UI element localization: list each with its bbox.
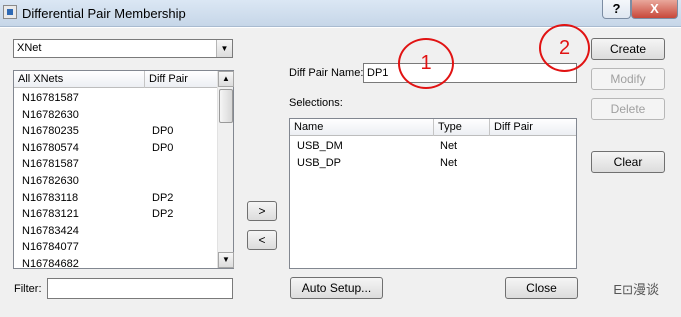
- scroll-thumb[interactable]: [219, 89, 233, 123]
- filter-input[interactable]: [47, 278, 233, 299]
- xnet-row[interactable]: N16784682: [14, 256, 217, 268]
- callout-1: 1: [398, 38, 454, 89]
- column-header-diff-pair[interactable]: Diff Pair: [490, 119, 576, 136]
- selections-header: Name Type Diff Pair: [290, 119, 576, 136]
- selection-type: Net: [440, 140, 458, 152]
- diff-pair-name-label: Diff Pair Name:: [289, 67, 364, 79]
- xnet-row[interactable]: N16784077: [14, 239, 217, 256]
- remove-from-selection-button[interactable]: <: [247, 230, 277, 250]
- xnet-row[interactable]: N16781587: [14, 90, 217, 107]
- xnet-list-header: All XNets Diff Pair: [14, 71, 217, 88]
- xnet-name: N16781587: [22, 92, 79, 104]
- xnet-name: N16780235: [22, 125, 79, 138]
- scroll-down-icon[interactable]: ▼: [218, 252, 234, 268]
- xnet-name: N16783121: [22, 208, 79, 221]
- xnet-row[interactable]: N16782630: [14, 173, 217, 190]
- xnet-name: N16782630: [22, 174, 79, 187]
- xnet-diff-pair: DP2: [152, 208, 174, 221]
- selection-rows: USB_DM Net USB_DP Net: [290, 138, 576, 268]
- selections-list[interactable]: Name Type Diff Pair USB_DM Net USB_DP Net: [289, 118, 577, 269]
- window-close-button[interactable]: X: [631, 0, 678, 19]
- xnet-diff-pair: DP2: [152, 191, 174, 204]
- watermark: E⊡漫谈: [613, 282, 659, 297]
- xnet-name: N16783118: [22, 191, 79, 204]
- scroll-up-icon[interactable]: ▲: [218, 71, 234, 87]
- xnet-diff-pair: DP0: [152, 125, 174, 138]
- xnet-name: N16784682: [22, 257, 79, 268]
- net-type-select[interactable]: XNet: [13, 39, 233, 58]
- column-header-diff-pair[interactable]: Diff Pair: [145, 71, 217, 88]
- xnet-row[interactable]: N16780574 DP0: [14, 140, 217, 157]
- chevron-down-icon[interactable]: ▼: [216, 40, 232, 57]
- xnet-diff-pair: DP0: [152, 141, 174, 154]
- app-icon: [3, 5, 17, 19]
- xnet-row[interactable]: N16783424: [14, 223, 217, 240]
- window-title: Differential Pair Membership: [22, 6, 186, 21]
- xnet-row[interactable]: N16782630: [14, 107, 217, 124]
- xnet-name: N16783424: [22, 224, 79, 237]
- xnet-row[interactable]: N16780235 DP0: [14, 123, 217, 140]
- selection-name: USB_DM: [297, 140, 343, 152]
- xnet-name: N16784077: [22, 241, 79, 254]
- help-button[interactable]: ?: [602, 0, 631, 19]
- diff-pair-name-input[interactable]: DP1: [363, 63, 577, 83]
- column-header-name[interactable]: Name: [290, 119, 434, 136]
- column-header-all-xnets[interactable]: All XNets: [14, 71, 145, 88]
- column-header-type[interactable]: Type: [434, 119, 490, 136]
- xnet-list[interactable]: All XNets Diff Pair N16781587 N16782630 N1…: [13, 70, 234, 269]
- create-button[interactable]: Create: [591, 38, 665, 60]
- xnet-rows: N16781587 N16782630 N16780235 DP0 N16780574 D…: [14, 90, 217, 268]
- modify-button[interactable]: Modify: [591, 68, 665, 90]
- selection-type: Net: [440, 156, 458, 169]
- filter-label: Filter:: [14, 283, 42, 295]
- xnet-name: N16782630: [22, 108, 79, 121]
- selection-row[interactable]: USB_DM Net: [290, 138, 576, 155]
- xnet-row[interactable]: N16783118 DP2: [14, 190, 217, 207]
- callout-2: 2: [539, 24, 590, 72]
- selection-row[interactable]: USB_DP Net: [290, 155, 576, 172]
- xnet-row[interactable]: N16783121 DP2: [14, 206, 217, 223]
- xnet-name: N16780574: [22, 141, 79, 154]
- xnet-row[interactable]: N16781587: [14, 156, 217, 173]
- add-to-selection-button[interactable]: >: [247, 201, 277, 221]
- xnet-name: N16781587: [22, 158, 79, 171]
- delete-button[interactable]: Delete: [591, 98, 665, 120]
- auto-setup-button[interactable]: Auto Setup...: [290, 277, 383, 299]
- clear-button[interactable]: Clear: [591, 151, 665, 173]
- xnet-scrollbar[interactable]: ▲ ▼: [217, 71, 234, 268]
- selection-name: USB_DP: [297, 156, 342, 169]
- selections-label: Selections:: [289, 97, 343, 109]
- close-button[interactable]: Close: [505, 277, 578, 299]
